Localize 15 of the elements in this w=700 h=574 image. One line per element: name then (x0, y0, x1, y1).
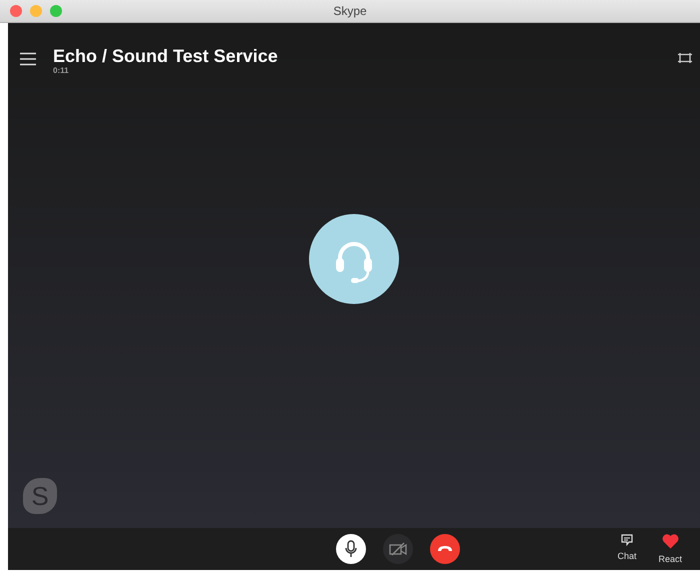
menu-icon[interactable] (20, 52, 36, 66)
fullscreen-icon[interactable] (678, 52, 692, 64)
microphone-button[interactable] (336, 534, 366, 564)
call-title: Echo / Sound Test Service (53, 46, 279, 66)
chat-button[interactable]: Chat (617, 534, 636, 564)
hang-up-button[interactable] (430, 534, 460, 564)
react-button[interactable]: React (658, 534, 682, 564)
window-title: Skype (333, 4, 367, 18)
video-off-icon (389, 542, 407, 556)
video-off-button[interactable] (383, 534, 413, 564)
chat-icon (620, 534, 633, 546)
heart-icon (662, 534, 679, 549)
microphone-icon (345, 540, 357, 558)
phone-icon (437, 545, 453, 553)
call-duration: 0:11 (53, 66, 70, 75)
